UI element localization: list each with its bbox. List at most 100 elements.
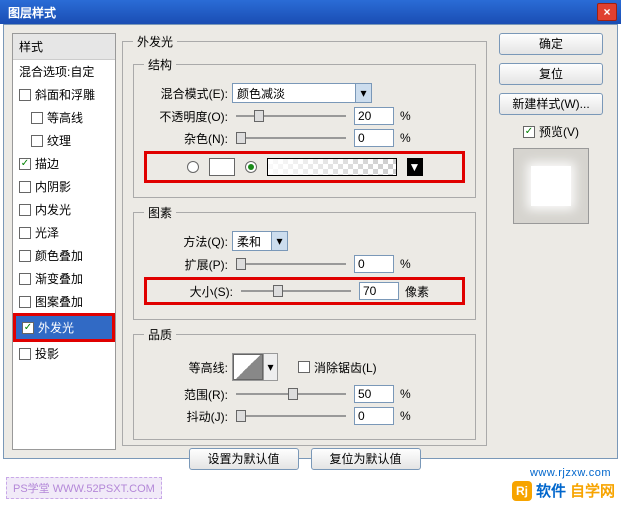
- section-title: 外发光: [133, 33, 177, 50]
- noise-input[interactable]: [354, 129, 394, 147]
- glow-color-row: ▼: [144, 151, 465, 183]
- range-input[interactable]: [354, 385, 394, 403]
- styles-header: 样式: [13, 34, 115, 60]
- gradient-dropdown-icon[interactable]: ▼: [407, 158, 423, 176]
- anti-alias-checkbox[interactable]: [298, 361, 310, 373]
- opacity-label: 不透明度(O):: [144, 108, 228, 125]
- noise-row: 杂色(N): %: [144, 129, 465, 147]
- style-label: 等高线: [47, 109, 83, 126]
- structure-legend: 结构: [144, 56, 176, 73]
- size-slider[interactable]: [241, 284, 351, 298]
- preview-checkbox[interactable]: ✓: [523, 126, 535, 138]
- style-item-drop_shadow[interactable]: 投影: [13, 342, 115, 365]
- spread-slider[interactable]: [236, 257, 346, 271]
- gradient-radio[interactable]: [245, 161, 257, 173]
- style-item-outer_glow[interactable]: ✓ 外发光: [13, 313, 115, 342]
- elements-group: 图素 方法(Q): 柔和 ▾ 扩展(P): % 大小(S):: [133, 204, 476, 320]
- gradient-swatch[interactable]: [267, 158, 397, 176]
- style-item-pattern_overlay[interactable]: 图案叠加: [13, 290, 115, 313]
- reset-button[interactable]: 复位: [499, 63, 603, 85]
- quality-group: 品质 等高线: ▾ 消除锯齿(L) 范围(R): %: [133, 326, 476, 440]
- style-item-inner_shadow[interactable]: 内阴影: [13, 175, 115, 198]
- style-checkbox-pattern_overlay[interactable]: [19, 296, 31, 308]
- elements-legend: 图素: [144, 204, 176, 221]
- contour-swatch: [233, 354, 263, 380]
- blend-options-label: 混合选项:自定: [19, 63, 94, 80]
- blend-mode-combo[interactable]: 颜色减淡 ▾: [232, 83, 372, 103]
- jitter-unit: %: [400, 409, 411, 423]
- spread-input[interactable]: [354, 255, 394, 273]
- window-close-button[interactable]: ×: [597, 3, 617, 21]
- style-label: 内阴影: [35, 178, 71, 195]
- style-label: 斜面和浮雕: [35, 86, 95, 103]
- size-row: 大小(S): 像素: [144, 277, 465, 305]
- watermark-left: PS学堂 WWW.52PSXT.COM: [6, 477, 162, 499]
- preview-thumbnail: [513, 148, 589, 224]
- technique-combo[interactable]: 柔和 ▾: [232, 231, 288, 251]
- style-label: 渐变叠加: [35, 270, 83, 287]
- watermark-url: www.rjzxw.com: [530, 467, 611, 479]
- range-slider[interactable]: [236, 387, 346, 401]
- style-checkbox-inner_glow[interactable]: [19, 204, 31, 216]
- opacity-input[interactable]: [354, 107, 394, 125]
- jitter-slider[interactable]: [236, 409, 346, 423]
- range-label: 范围(R):: [144, 386, 228, 403]
- style-item-inner_glow[interactable]: 内发光: [13, 198, 115, 221]
- style-item-contour_sub[interactable]: 等高线: [13, 106, 115, 129]
- style-checkbox-stroke[interactable]: ✓: [19, 158, 31, 170]
- contour-picker[interactable]: ▾: [232, 353, 278, 381]
- noise-unit: %: [400, 131, 411, 145]
- noise-slider[interactable]: [236, 131, 346, 145]
- style-label: 纹理: [47, 132, 71, 149]
- size-input[interactable]: [359, 282, 399, 300]
- style-label: 投影: [35, 345, 59, 362]
- style-checkbox-satin[interactable]: [19, 227, 31, 239]
- watermark-right: Rj 软件自学网: [512, 480, 615, 501]
- technique-label: 方法(Q):: [144, 233, 228, 250]
- opacity-row: 不透明度(O): %: [144, 107, 465, 125]
- style-item-grad_overlay[interactable]: 渐变叠加: [13, 267, 115, 290]
- preview-label: 预览(V): [539, 123, 579, 140]
- style-checkbox-grad_overlay[interactable]: [19, 273, 31, 285]
- blend-options-row[interactable]: 混合选项:自定: [13, 60, 115, 83]
- style-label: 颜色叠加: [35, 247, 83, 264]
- blend-mode-row: 混合模式(E): 颜色减淡 ▾: [144, 83, 465, 103]
- size-unit: 像素: [405, 283, 429, 300]
- dialog-body: 样式 混合选项:自定 斜面和浮雕等高线纹理 ✓ 描边内阴影内发光光泽颜色叠加渐变叠加…: [3, 24, 618, 459]
- watermark-brand2: 自学网: [570, 480, 615, 501]
- set-default-button[interactable]: 设置为默认值: [189, 448, 299, 470]
- style-checkbox-inner_shadow[interactable]: [19, 181, 31, 193]
- solid-color-swatch[interactable]: [209, 158, 235, 176]
- style-item-stroke[interactable]: ✓ 描边: [13, 152, 115, 175]
- anti-alias-label: 消除锯齿(L): [314, 359, 377, 376]
- watermark-logo-icon: Rj: [512, 481, 532, 501]
- ok-button[interactable]: 确定: [499, 33, 603, 55]
- style-item-bevel[interactable]: 斜面和浮雕: [13, 83, 115, 106]
- preview-checkbox-row[interactable]: ✓ 预览(V): [523, 123, 579, 140]
- style-checkbox-drop_shadow[interactable]: [19, 348, 31, 360]
- style-label: 描边: [35, 155, 59, 172]
- reset-default-button[interactable]: 复位为默认值: [311, 448, 421, 470]
- style-item-satin[interactable]: 光泽: [13, 221, 115, 244]
- dialog-right-column: 确定 复位 新建样式(W)... ✓ 预览(V): [495, 33, 607, 224]
- structure-group: 结构 混合模式(E): 颜色减淡 ▾ 不透明度(O): % 杂色(N):: [133, 56, 476, 198]
- style-item-texture_sub[interactable]: 纹理: [13, 129, 115, 152]
- options-panel: 外发光 结构 混合模式(E): 颜色减淡 ▾ 不透明度(O): %: [122, 33, 487, 450]
- style-checkbox-contour_sub[interactable]: [31, 112, 43, 124]
- style-checkbox-bevel[interactable]: [19, 89, 31, 101]
- style-checkbox-texture_sub[interactable]: [31, 135, 43, 147]
- chevron-down-icon: ▾: [271, 232, 287, 250]
- solid-color-radio[interactable]: [187, 161, 199, 173]
- style-checkbox-color_overlay[interactable]: [19, 250, 31, 262]
- style-checkbox-outer_glow[interactable]: ✓: [22, 322, 34, 334]
- jitter-row: 抖动(J): %: [144, 407, 465, 425]
- opacity-slider[interactable]: [236, 109, 346, 123]
- new-style-button[interactable]: 新建样式(W)...: [499, 93, 603, 115]
- style-label: 内发光: [35, 201, 71, 218]
- style-label: 外发光: [38, 319, 74, 336]
- style-item-color_overlay[interactable]: 颜色叠加: [13, 244, 115, 267]
- preview-inner: [531, 166, 571, 206]
- blend-mode-value: 颜色减淡: [237, 85, 285, 102]
- jitter-input[interactable]: [354, 407, 394, 425]
- spread-unit: %: [400, 257, 411, 271]
